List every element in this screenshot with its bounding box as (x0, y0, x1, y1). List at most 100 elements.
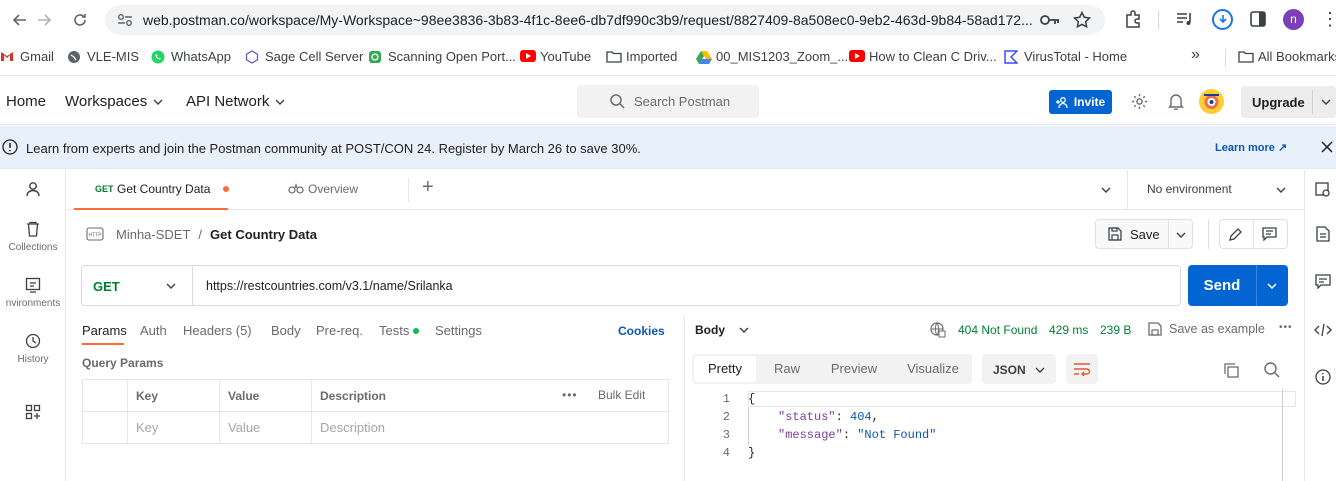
code-icon[interactable] (1314, 323, 1332, 337)
description-input[interactable]: Description (311, 411, 669, 444)
send-button[interactable]: Send (1188, 265, 1256, 306)
bookmark-virustotal[interactable]: VirusTotal - Home (1004, 49, 1127, 64)
toolbar-divider (1158, 10, 1159, 30)
comment-icon[interactable] (1262, 227, 1277, 241)
tab-headers[interactable]: Headers (5) (183, 323, 252, 338)
bookmark-scanning-open-port[interactable]: Scanning Open Port... (368, 49, 516, 64)
url-input[interactable]: https://restcountries.com/v3.1/name/Sril… (206, 279, 453, 293)
sidebar-item-history[interactable]: History (0, 333, 66, 365)
edit-comment-group (1219, 219, 1288, 249)
method-select[interactable]: GET (82, 266, 193, 305)
info-icon[interactable] (1315, 369, 1331, 385)
wrap-lines-button[interactable] (1066, 354, 1098, 384)
bookmark-whatsapp[interactable]: WhatsApp (151, 49, 231, 64)
key-input[interactable]: Key (127, 411, 220, 444)
site-settings-icon[interactable] (117, 13, 133, 27)
tab-auth[interactable]: Auth (140, 323, 167, 338)
search-postman[interactable]: Search Postman (577, 85, 759, 118)
response-size[interactable]: 239 B (1100, 323, 1131, 337)
comments-icon[interactable] (1315, 274, 1331, 289)
all-bookmarks[interactable]: All Bookmarks (1238, 49, 1336, 64)
panel-divider[interactable] (684, 316, 685, 481)
copy-icon[interactable] (1224, 363, 1239, 378)
close-icon[interactable] (1321, 141, 1333, 153)
extensions-puzzle-icon[interactable] (1124, 10, 1142, 28)
bookmark-zoom[interactable]: 00_MIS1203_Zoom_... (696, 49, 848, 64)
browser-menu-icon[interactable]: ⋮ (1321, 10, 1336, 28)
tab-pre-request[interactable]: Pre-req. (316, 323, 363, 338)
bookmark-youtube[interactable]: YouTube (520, 49, 591, 64)
save-as-example-button[interactable]: Save as example (1148, 322, 1265, 336)
tab-raw[interactable]: Raw (764, 354, 810, 384)
bookmark-clean-c-drive[interactable]: How to Clean C Driv... (849, 49, 997, 64)
sidebar-item-user[interactable] (0, 181, 66, 202)
tab-tests[interactable]: Tests (379, 323, 409, 338)
user-avatar[interactable] (1199, 89, 1224, 114)
bookmark-sage-cell[interactable]: Sage Cell Server (245, 49, 363, 64)
globe-network-icon[interactable] (930, 322, 946, 338)
more-options-icon[interactable]: ••• (1279, 322, 1293, 333)
invite-button[interactable]: Invite (1049, 90, 1112, 114)
reload-icon[interactable] (68, 8, 92, 32)
nav-workspaces[interactable]: Workspaces (65, 93, 163, 110)
address-bar-url[interactable]: web.postman.co/workspace/My-Workspace~98… (143, 12, 1033, 28)
edit-pencil-icon[interactable] (1228, 227, 1243, 242)
tab-overview[interactable]: Overview (288, 182, 358, 196)
media-control-icon[interactable] (1176, 11, 1194, 27)
back-arrow-icon[interactable] (8, 8, 32, 32)
response-time[interactable]: 429 ms (1049, 323, 1088, 337)
environment-quick-look-icon[interactable] (1315, 182, 1331, 198)
nav-api-network[interactable]: API Network (186, 93, 285, 110)
bookmark-star-icon[interactable] (1073, 11, 1091, 29)
password-key-icon[interactable] (1040, 13, 1060, 27)
editor-scrollbar[interactable] (1282, 389, 1283, 481)
tab-pretty[interactable]: Pretty (694, 356, 756, 382)
documentation-icon[interactable] (1316, 226, 1330, 242)
sidebar-item-configure[interactable] (0, 404, 66, 425)
upgrade-button[interactable]: Upgrade (1241, 86, 1336, 118)
more-options-icon[interactable]: ••• (562, 388, 578, 402)
profile-avatar[interactable]: n (1283, 9, 1304, 30)
nav-home[interactable]: Home (6, 93, 46, 110)
request-name[interactable]: Get Country Data (210, 227, 317, 242)
response-status[interactable]: 404 Not Found (958, 323, 1037, 337)
side-panel-icon[interactable] (1250, 11, 1266, 27)
response-body-editor[interactable]: 1 2 3 4 { "status": 404, "message": "Not… (692, 389, 1296, 481)
tab-params[interactable]: Params (82, 323, 127, 338)
address-bar[interactable]: web.postman.co/workspace/My-Workspace~98… (105, 5, 1105, 35)
chevron-down-icon[interactable] (1101, 187, 1111, 193)
settings-gear-icon[interactable] (1131, 93, 1148, 110)
tab-visualize[interactable]: Visualize (898, 354, 968, 384)
chevron-down-icon[interactable] (1176, 232, 1186, 238)
breadcrumb-collection[interactable]: Minha-SDET (116, 227, 190, 242)
sidebar-item-collections[interactable]: Collections (0, 221, 66, 253)
chevron-down-icon (1035, 367, 1045, 373)
bulk-edit-link[interactable]: Bulk Edit (598, 388, 645, 402)
notifications-bell-icon[interactable] (1168, 93, 1184, 110)
save-disk-icon (1108, 227, 1122, 241)
chevron-down-icon[interactable] (1321, 99, 1331, 105)
tab-body[interactable]: Body (271, 323, 301, 338)
chevron-down-icon[interactable] (1267, 283, 1277, 289)
whatsapp-icon (151, 50, 165, 64)
more-bookmarks-chevron[interactable]: » (1191, 46, 1200, 64)
tab-settings[interactable]: Settings (435, 323, 482, 338)
tab-preview[interactable]: Preview (820, 354, 888, 384)
bookmark-vle-mis[interactable]: VLE-MIS (67, 49, 139, 64)
learn-more-link[interactable]: Learn more ↗ (1215, 141, 1287, 154)
save-button[interactable]: Save (1096, 220, 1168, 248)
response-format-select[interactable]: JSON (982, 354, 1056, 384)
bookmark-gmail[interactable]: Gmail (0, 49, 54, 64)
download-icon[interactable] (1212, 9, 1233, 30)
environment-select[interactable]: No environment (1127, 170, 1305, 210)
forward-arrow-icon[interactable] (32, 8, 56, 32)
bookmark-imported[interactable]: Imported (606, 49, 677, 64)
search-placeholder: Search Postman (634, 94, 731, 109)
value-input[interactable]: Value (219, 411, 312, 444)
new-tab-button[interactable]: + (422, 176, 434, 199)
tab-get-country-data[interactable]: GET Get Country Data (74, 170, 229, 210)
cookies-link[interactable]: Cookies (618, 324, 665, 338)
search-icon[interactable] (1264, 362, 1280, 378)
response-body-select[interactable]: Body (695, 323, 749, 337)
sidebar-item-environments[interactable]: nvironments (0, 277, 66, 309)
